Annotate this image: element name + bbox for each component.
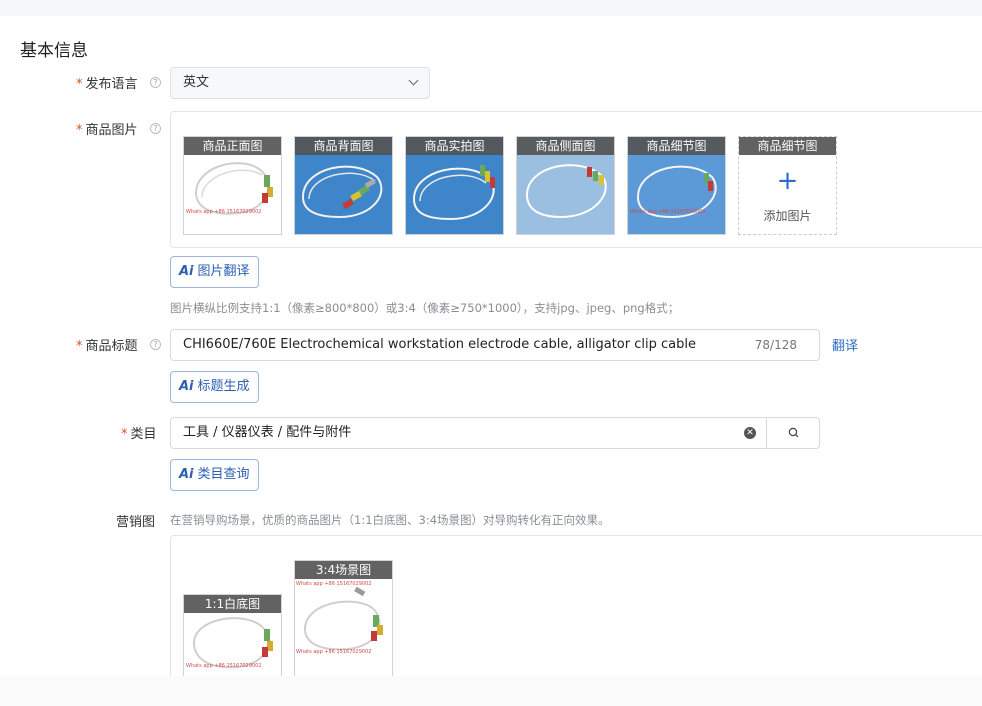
thumb-caption: 商品细节图 [628, 137, 725, 155]
thumb-caption: 商品背面图 [295, 137, 392, 155]
ai-icon: Ai [179, 264, 194, 279]
marketing-images-panel: Whats app +86 15167029002 1:1白底图 Whats a… [170, 535, 982, 676]
product-image-thumb[interactable]: Whats app +86 15167029002 商品细节图 [627, 136, 726, 235]
thumb-caption: 1:1白底图 [184, 595, 281, 613]
title-input-value: CHI660E/760E Electrochemical workstation… [183, 337, 696, 352]
chevron-down-icon [408, 75, 419, 86]
marketing-image-thumb[interactable]: Whats app +86 15167029002 1:1白底图 [183, 594, 282, 676]
search-icon [788, 427, 799, 438]
marketing-label: 营销图 [116, 515, 156, 530]
language-select[interactable]: 英文 [170, 67, 430, 99]
category-input-value: 工具 / 仪器仪表 / 配件与附件 [183, 425, 352, 440]
product-image-thumb[interactable]: Whats app +86 15167029002 商品正面图 [183, 136, 282, 235]
ai-icon: Ai [179, 467, 194, 482]
thumb-caption: 商品侧面图 [517, 137, 614, 155]
title-generate-button[interactable]: Ai 标题生成 [170, 371, 259, 403]
watermark-text: Whats app +86 15167029002 [186, 663, 261, 669]
thumb-caption: 商品正面图 [184, 137, 281, 155]
image-hint: 图片横纵比例支持1:1（像素≥800*800）或3:4（像素≥750*1000）… [170, 301, 680, 315]
product-image-thumb[interactable]: 商品实拍图 [405, 136, 504, 235]
category-label: * 类目 [121, 427, 157, 442]
top-strip [0, 0, 982, 16]
product-image-thumb[interactable]: 商品背面图 [294, 136, 393, 235]
product-images-panel: Whats app +86 15167029002 商品正面图 商品背面图 商品… [170, 111, 982, 248]
plus-icon: + [776, 166, 799, 196]
thumb-caption: 3:4场景图 [295, 561, 392, 579]
watermark-text: Whats app +86 15167029002 [296, 649, 371, 655]
language-select-value: 英文 [183, 75, 210, 90]
language-label: * 发布语言 [76, 77, 138, 92]
product-image-thumb[interactable]: 商品侧面图 [516, 136, 615, 235]
help-icon[interactable]: ? [150, 123, 161, 134]
title-label: * 商品标题 [76, 339, 138, 354]
title-counter: 78/128 [754, 338, 797, 352]
image-translate-button[interactable]: Ai 图片翻译 [170, 256, 259, 288]
watermark-text: Whats app +86 15167029002 [630, 209, 705, 215]
watermark-text: Whats app +86 15167029002 [186, 209, 261, 215]
watermark-text: Whats app +86 15167029002 [296, 581, 371, 587]
translate-link[interactable]: 翻译 [832, 335, 858, 354]
category-search-button[interactable] [766, 417, 820, 449]
help-icon[interactable]: ? [150, 77, 161, 88]
add-image-text: 添加图片 [763, 209, 812, 223]
thumb-caption: 商品实拍图 [406, 137, 503, 155]
images-label: * 商品图片 [76, 123, 138, 138]
add-image-slot[interactable]: 商品细节图 + 添加图片 [738, 136, 837, 235]
category-input[interactable]: 工具 / 仪器仪表 / 配件与附件 [170, 417, 767, 449]
basic-info-card: 基本信息 * 发布语言 ? 英文 * 商品图片 ? Whats app +86 15… [0, 16, 982, 676]
title-input[interactable]: CHI660E/760E Electrochemical workstation… [170, 329, 820, 361]
marketing-image-thumb[interactable]: Whats app +86 15167029002 Whats app +86 … [294, 560, 393, 676]
category-query-button[interactable]: Ai 类目查询 [170, 459, 259, 491]
thumb-caption: 商品细节图 [739, 137, 836, 155]
help-icon[interactable]: ? [150, 339, 161, 350]
marketing-hint: 在营销导购场景，优质的商品图片（1:1白底图、3:4场景图）对导购转化有正向效果… [170, 513, 610, 527]
clear-icon[interactable]: ✕ [744, 427, 756, 439]
ai-icon: Ai [179, 379, 194, 394]
bottom-strip [0, 676, 982, 706]
section-title: 基本信息 [20, 41, 88, 61]
